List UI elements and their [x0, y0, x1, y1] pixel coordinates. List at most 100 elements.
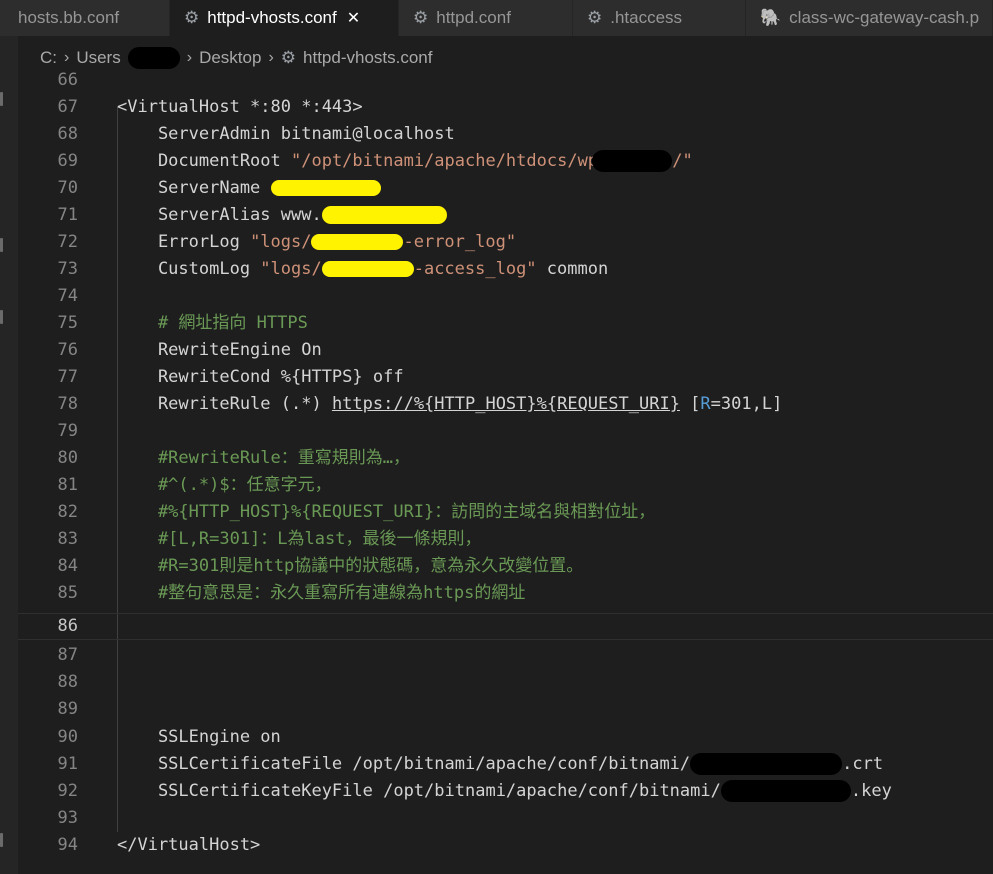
gear-icon: ⚙	[184, 8, 200, 27]
line-number: 94	[57, 835, 78, 855]
code-line: 78 RewriteRule (.*) https://%{HTTP_HOST}…	[18, 391, 993, 418]
code-text: DocumentRoot "/opt/bitnami/apache/htdocs…	[117, 148, 693, 175]
code-editor[interactable]: 66 67 <VirtualHost *:80 *:443> 68 Server…	[18, 67, 993, 874]
file-extension: .crt	[842, 754, 884, 774]
breadcrumb-desktop[interactable]: Desktop	[199, 48, 261, 68]
code-line: 72 ErrorLog "logs/ -error_log"	[18, 229, 993, 256]
line-number: 70	[57, 178, 78, 198]
gear-icon: ⚙	[587, 8, 603, 27]
file-extension: .key	[850, 781, 892, 801]
line-number: 76	[57, 340, 78, 360]
line-number: 88	[57, 672, 78, 692]
directive: DocumentRoot	[117, 151, 291, 171]
code-line: 81 #^(.*)$：任意字元，	[18, 472, 993, 499]
line-number: 81	[57, 475, 78, 495]
tab-label: httpd-vhosts.conf	[207, 8, 337, 27]
line-number: 71	[57, 205, 78, 225]
code-line: 79	[18, 418, 993, 445]
code-line: 76 RewriteEngine On	[18, 337, 993, 364]
line-number: 75	[57, 313, 78, 333]
directive: CustomLog	[117, 259, 261, 279]
php-elephant-icon: 🐘	[760, 8, 782, 27]
line-number: 90	[57, 727, 78, 747]
chevron-right-icon: ›	[186, 49, 193, 66]
tab-class-wc-gateway-cash[interactable]: 🐘 class-wc-gateway-cash.p	[746, 0, 993, 36]
code-line: 74	[18, 283, 993, 310]
breadcrumb-drive[interactable]: C:	[40, 48, 57, 68]
strip-marker	[0, 238, 3, 252]
line-number: 72	[57, 232, 78, 252]
string-value: "logs/	[260, 259, 322, 279]
line-number: 86	[57, 616, 78, 636]
code-line: 84 #R=301則是http協議中的狀態碼，意為永久改變位置。	[18, 553, 993, 580]
line-number: 84	[57, 556, 78, 576]
code-text: <VirtualHost *:80 *:443>	[117, 97, 363, 117]
code-text: RewriteCond %{HTTPS} off	[117, 367, 404, 387]
line-number: 68	[57, 124, 78, 144]
line-number: 89	[57, 699, 78, 719]
code-line: 83 #[L,R=301]：L為last，最後一條規則，	[18, 526, 993, 553]
comment-text: #整句意思是：永久重寫所有連線為https的網址	[117, 583, 526, 603]
code-text: RewriteEngine On	[117, 340, 322, 360]
code-line: 85 #整句意思是：永久重寫所有連線為https的網址	[18, 580, 993, 607]
gear-icon: ⚙	[413, 8, 429, 27]
code-text: ServerAdmin bitnami@localhost	[117, 124, 455, 144]
comment-text: #^(.*)$：任意字元，	[117, 475, 332, 495]
line-number: 69	[57, 151, 78, 171]
line-number: 93	[57, 808, 78, 828]
code-line: 94 </VirtualHost>	[18, 832, 993, 859]
highlight-redaction	[321, 261, 414, 277]
line-number: 79	[57, 421, 78, 441]
redaction	[127, 47, 180, 69]
tab-httpd-vhosts-conf[interactable]: ⚙ httpd-vhosts.conf ✕	[170, 0, 399, 36]
string-value: -access_log"	[413, 259, 537, 279]
directive: RewriteRule (.*)	[117, 394, 332, 414]
tab-hosts-bb-conf[interactable]: hosts.bb.conf	[0, 0, 170, 36]
tab-label: hosts.bb.conf	[18, 8, 120, 27]
code-line: 92 SSLCertificateKeyFile /opt/bitnami/ap…	[18, 778, 993, 805]
code-text: SSLEngine on	[117, 727, 281, 747]
code-line: 70 ServerName	[18, 175, 993, 202]
line-number: 80	[57, 448, 78, 468]
breadcrumb-users[interactable]: Users	[76, 48, 120, 68]
code-line: 77 RewriteCond %{HTTPS} off	[18, 364, 993, 391]
close-icon[interactable]: ✕	[347, 8, 360, 28]
line-number: 92	[57, 781, 78, 801]
directive: SSLCertificateFile /opt/bitnami/apache/c…	[117, 754, 691, 774]
code-line: 73 CustomLog "logs/ -access_log" common	[18, 256, 993, 283]
activity-strip	[0, 0, 18, 874]
code-line: 67 <VirtualHost *:80 *:443>	[18, 94, 993, 121]
code-line: 69 DocumentRoot "/opt/bitnami/apache/htd…	[18, 148, 993, 175]
code-line: 89	[18, 696, 993, 723]
tab-label: httpd.conf	[436, 8, 511, 27]
line-number: 87	[57, 645, 78, 665]
line-number: 66	[57, 70, 78, 90]
line-number: 78	[57, 394, 78, 414]
url-link[interactable]: https://%{HTTP_HOST}%{REQUEST_URI}	[332, 394, 680, 414]
flag-r: R	[700, 394, 711, 414]
tab-htaccess[interactable]: ⚙ .htaccess	[573, 0, 746, 36]
line-number: 67	[57, 97, 78, 117]
line-number: 73	[57, 259, 78, 279]
highlight-redaction	[311, 234, 404, 250]
redaction	[592, 150, 673, 172]
comment-text: #[L,R=301]：L為last，最後一條規則，	[117, 529, 482, 549]
code-text: CustomLog "logs/ -access_log" common	[117, 256, 608, 283]
line-number: 77	[57, 367, 78, 387]
strip-marker	[0, 833, 3, 847]
breadcrumb-file[interactable]: httpd-vhosts.conf	[303, 48, 432, 68]
directive: ServerName	[117, 178, 271, 198]
code-line: 88	[18, 669, 993, 696]
gear-icon: ⚙	[280, 48, 297, 67]
redaction	[720, 780, 851, 802]
code-line: 82 #%{HTTP_HOST}%{REQUEST_URI}：訪問的主域名與相對…	[18, 499, 993, 526]
comment-text: #RewriteRule：重寫規則為…，	[117, 448, 410, 468]
code-line: 90 SSLEngine on	[18, 724, 993, 751]
current-line[interactable]: 86	[18, 613, 993, 640]
code-text: </VirtualHost>	[117, 835, 261, 855]
comment-text: #%{HTTP_HOST}%{REQUEST_URI}：訪問的主域名與相對位址，	[117, 502, 656, 522]
tab-label: .htaccess	[610, 8, 683, 27]
tab-httpd-conf[interactable]: ⚙ httpd.conf	[399, 0, 573, 36]
string-value: -error_log"	[403, 232, 517, 252]
chevron-right-icon: ›	[268, 49, 274, 66]
